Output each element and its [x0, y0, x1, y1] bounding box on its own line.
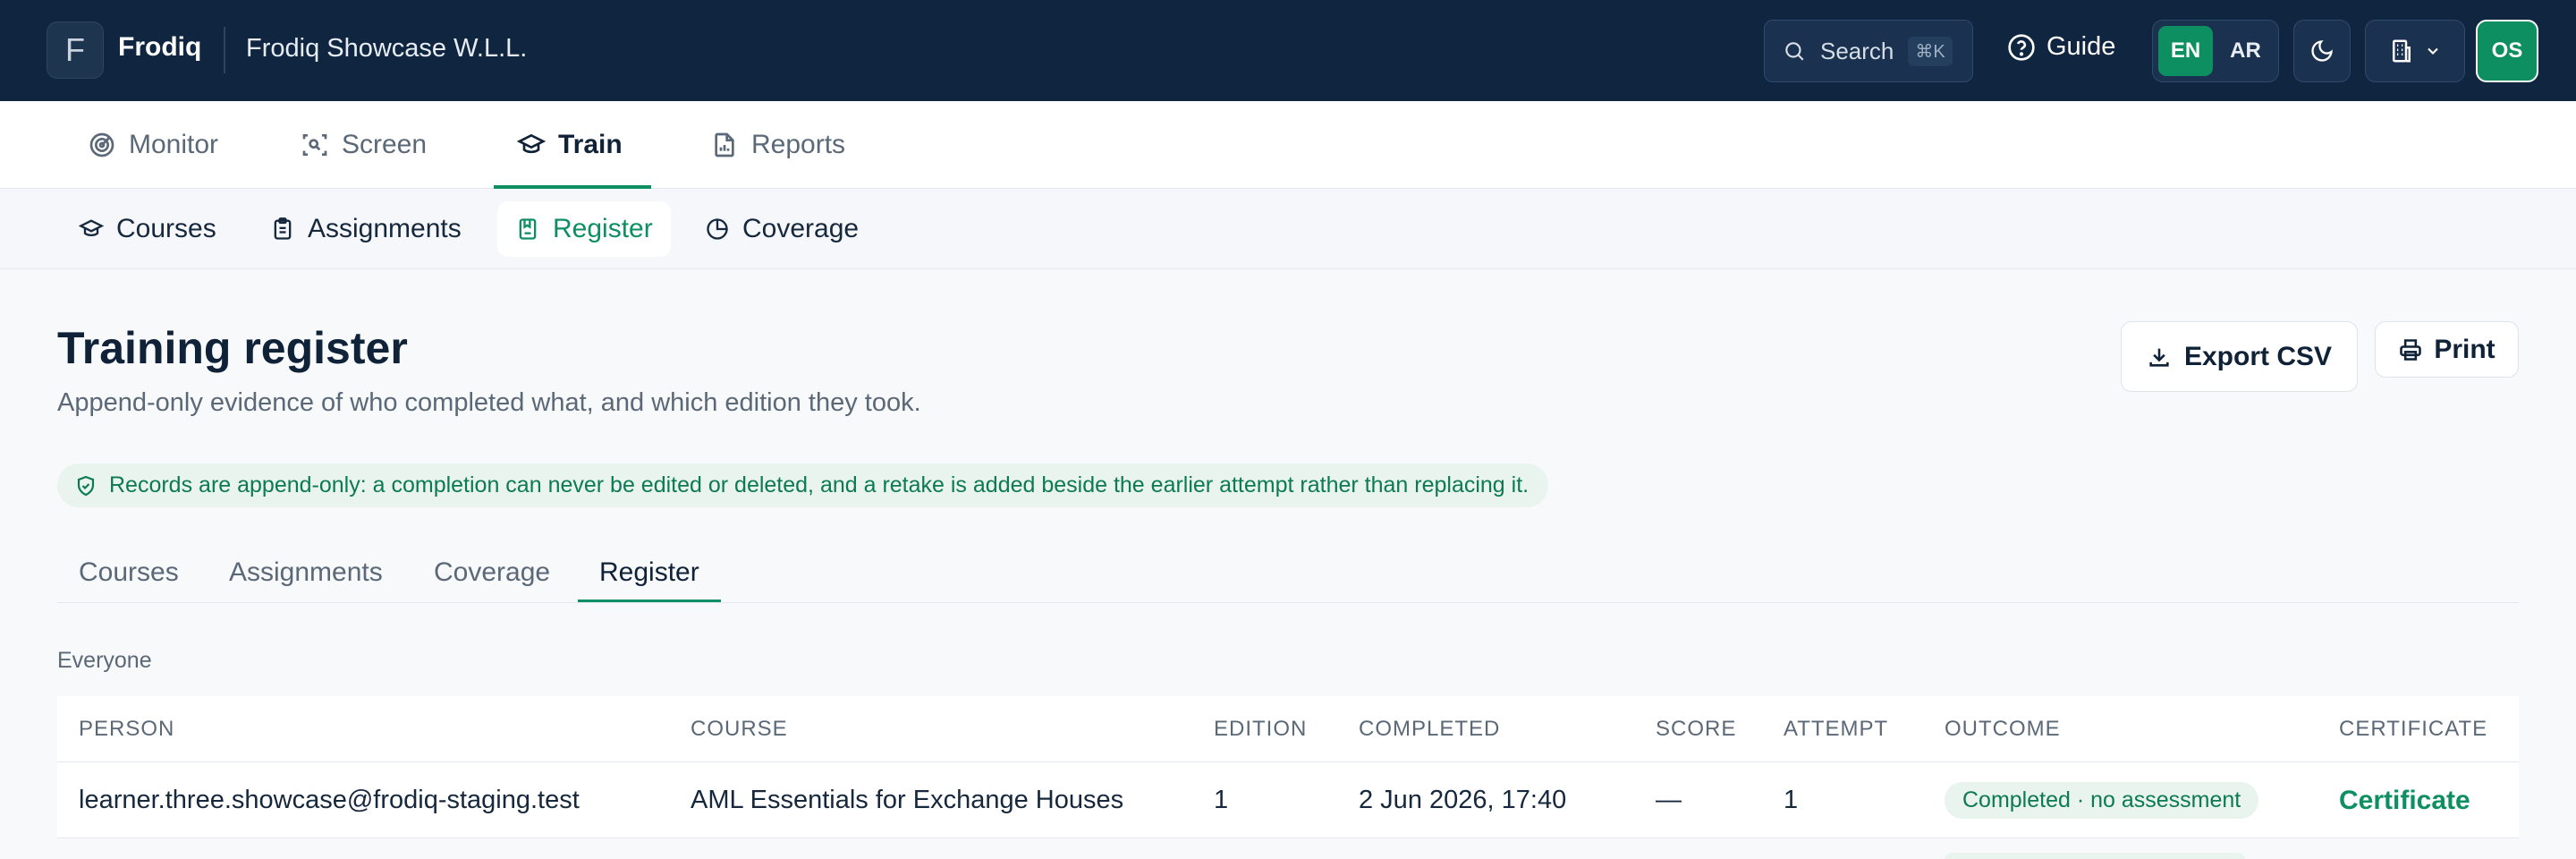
export-csv-button[interactable]: Export CSV	[2121, 321, 2358, 392]
table-header: PERSON COURSE EDITION COMPLETED SCORE AT…	[57, 696, 2519, 762]
print-label: Print	[2434, 334, 2496, 364]
primary-nav: Monitor Screen Train Reports	[0, 101, 2576, 189]
cell-course: AML Essentials for Exchange Houses	[691, 786, 1124, 814]
organization-name: Frodiq Showcase W.L.L.	[246, 34, 528, 63]
nav-train-label: Train	[558, 130, 623, 159]
subnav-courses[interactable]: Courses	[61, 201, 234, 257]
subnav-register-label: Register	[553, 214, 653, 243]
notice-text: Records are append-only: a completion ca…	[109, 472, 1530, 498]
help-circle-icon	[2008, 33, 2035, 61]
page-subtitle: Append-only evidence of who completed wh…	[57, 388, 921, 417]
page-title: Training register	[57, 323, 408, 373]
download-icon	[2149, 348, 2169, 367]
radar-icon	[89, 132, 114, 157]
column-header-course[interactable]: COURSE	[691, 696, 788, 762]
theme-toggle-button[interactable]	[2293, 20, 2351, 82]
shield-check-icon	[77, 475, 95, 496]
nav-monitor-label: Monitor	[129, 130, 219, 159]
subnav-register[interactable]: Register	[497, 201, 671, 257]
cell-edition: 1	[1214, 786, 1229, 814]
subnav-coverage[interactable]: Coverage	[687, 201, 877, 257]
outcome-badge: Completed · no assessment	[1945, 782, 2259, 819]
tab-assignments[interactable]: Assignments	[229, 542, 383, 603]
cell-outcome: Completed · no assessment	[1945, 762, 2259, 838]
sub-nav: Courses Assignments Register Coverage	[0, 189, 2576, 269]
nav-reports[interactable]: Reports	[710, 101, 845, 189]
clipboard-list-icon	[274, 217, 292, 240]
cell-completed: 2 Jun 2026, 17:40	[1359, 786, 1567, 814]
logo-letter: F	[65, 31, 85, 68]
column-header-outcome[interactable]: OUTCOME	[1945, 696, 2061, 762]
nav-monitor[interactable]: Monitor	[88, 101, 218, 189]
book-bookmark-icon	[519, 218, 537, 240]
subnav-courses-label: Courses	[116, 214, 216, 243]
cell-attempt: 1	[1784, 786, 1799, 814]
printer-icon	[2400, 338, 2422, 361]
column-header-completed[interactable]: COMPLETED	[1359, 696, 1500, 762]
graduation-cap-icon	[79, 219, 104, 237]
tab-active-indicator	[578, 600, 721, 602]
nav-train[interactable]: Train	[517, 101, 623, 189]
print-button[interactable]: Print	[2375, 321, 2519, 378]
tab-courses[interactable]: Courses	[79, 542, 179, 603]
column-header-certificate[interactable]: CERTIFICATE	[2339, 696, 2487, 762]
scan-face-icon	[302, 134, 327, 156]
file-chart-icon	[715, 132, 734, 157]
search-shortcut: ⌘K	[1908, 36, 1953, 66]
subnav-assignments-label: Assignments	[308, 214, 462, 243]
guide-button[interactable]: Guide	[2007, 32, 2115, 62]
append-only-notice: Records are append-only: a completion ca…	[57, 464, 1549, 507]
top-bar: F Frodiq Frodiq Showcase W.L.L. Search ⌘…	[0, 0, 2576, 101]
column-header-attempt[interactable]: ATTEMPT	[1784, 696, 1888, 762]
nav-screen-label: Screen	[342, 130, 428, 159]
guide-label: Guide	[2046, 32, 2116, 61]
subnav-assignments[interactable]: Assignments	[252, 201, 479, 257]
search-button[interactable]: Search ⌘K	[1764, 20, 1973, 82]
cell-score: —	[1656, 786, 1682, 814]
logo[interactable]: F	[47, 21, 104, 79]
nav-screen[interactable]: Screen	[301, 101, 427, 189]
organization-switcher[interactable]	[2365, 20, 2465, 82]
certificate-link[interactable]: Certificate	[2339, 786, 2470, 816]
tab-coverage[interactable]: Coverage	[434, 542, 550, 603]
nav-reports-label: Reports	[751, 130, 846, 159]
brand-name[interactable]: Frodiq	[118, 32, 201, 63]
brand-divider	[224, 27, 225, 73]
user-avatar[interactable]: OS	[2476, 20, 2538, 82]
graduation-cap-icon	[517, 133, 546, 154]
register-tabs: Courses Assignments Coverage Register	[57, 542, 2519, 603]
cell-certificate: Certificate	[2339, 762, 2470, 838]
pie-chart-icon	[707, 218, 728, 240]
language-en[interactable]: EN	[2158, 26, 2213, 76]
building-icon	[2393, 39, 2411, 63]
search-icon	[1785, 42, 1804, 61]
language-ar[interactable]: AR	[2218, 26, 2273, 76]
moon-icon	[2311, 40, 2333, 62]
subnav-coverage-label: Coverage	[742, 214, 860, 243]
column-header-edition[interactable]: EDITION	[1214, 696, 1307, 762]
column-header-score[interactable]: SCORE	[1656, 696, 1736, 762]
register-table: PERSON COURSE EDITION COMPLETED SCORE AT…	[57, 696, 2519, 838]
table-row: learner.three.showcase@frodiq-staging.te…	[57, 762, 2519, 838]
tab-register[interactable]: Register	[599, 542, 699, 603]
chevron-down-icon	[2428, 47, 2438, 55]
next-row-badge-partial	[1945, 853, 2245, 859]
export-csv-label: Export CSV	[2183, 341, 2333, 371]
column-header-person[interactable]: PERSON	[79, 696, 174, 762]
scope-label: Everyone	[57, 648, 152, 673]
language-switcher: EN AR	[2152, 20, 2279, 82]
search-label: Search	[1820, 37, 1894, 64]
cell-person: learner.three.showcase@frodiq-staging.te…	[79, 786, 580, 814]
